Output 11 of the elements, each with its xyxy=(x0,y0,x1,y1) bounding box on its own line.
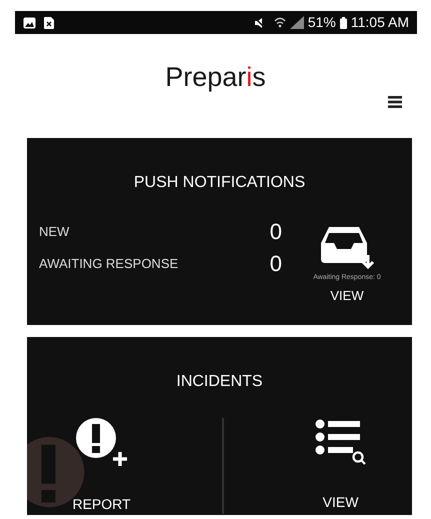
logo: Preparis xyxy=(165,64,266,91)
count-value: 0 xyxy=(270,221,282,243)
card-title: PUSH NOTIFICATIONS xyxy=(134,173,306,193)
battery-text: 51% xyxy=(308,13,336,32)
count-value: 0 xyxy=(270,253,282,275)
clock-text: 11:05 AM xyxy=(350,13,409,32)
view-incidents-button[interactable]: VIEW xyxy=(314,418,367,513)
card-title: INCIDENTS xyxy=(176,372,263,392)
count-label: AWAITING RESPONSE xyxy=(39,255,180,274)
count-label: NEW xyxy=(39,223,70,242)
report-button[interactable]: REPORT xyxy=(72,418,131,515)
